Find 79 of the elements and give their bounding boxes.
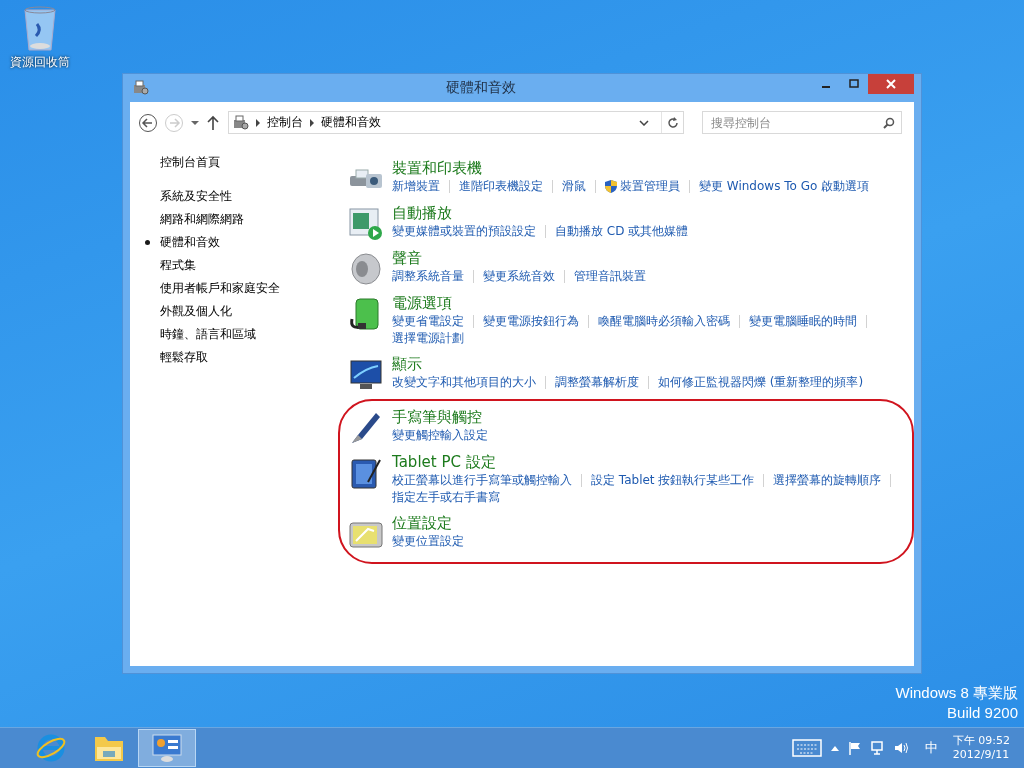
clock-date: 2012/9/11 — [952, 748, 1010, 762]
search-field[interactable]: 搜尋控制台 — [702, 111, 902, 134]
show-hidden-icons-icon[interactable] — [830, 745, 839, 751]
window-title: 硬體和音效 — [444, 79, 517, 97]
task-link[interactable]: 變更 Windows To Go 啟動選項 — [699, 178, 870, 195]
chevron-down-icon — [639, 119, 649, 126]
network-icon[interactable] — [870, 741, 885, 755]
sidebar-item[interactable]: 網路和網際網路 — [144, 208, 244, 231]
task-link[interactable]: 校正螢幕以進行手寫筆或觸控輸入 — [392, 472, 572, 489]
category-title-link[interactable]: 裝置和印表機 — [392, 158, 908, 178]
sidebar-item[interactable]: 時鐘、語言和區域 — [144, 323, 256, 346]
autoplay-icon — [348, 207, 384, 241]
category-title-link[interactable]: 位置設定 — [392, 513, 908, 533]
flag-icon[interactable] — [847, 741, 862, 755]
sidebar-item[interactable]: 外觀及個人化 — [144, 300, 232, 323]
search-icon — [883, 117, 895, 129]
tablet-icon — [348, 456, 384, 490]
sidebar-item[interactable]: 程式集 — [144, 254, 196, 277]
task-link[interactable]: 調整系統音量 — [392, 268, 464, 285]
refresh-icon — [666, 116, 679, 129]
edition-watermark-text: Build 9200 — [947, 703, 1018, 723]
sidebar-item[interactable]: 輕鬆存取 — [144, 346, 208, 369]
maximize-icon — [849, 79, 859, 89]
breadcrumb-arrow-icon — [255, 118, 261, 127]
sidebar-item[interactable]: 使用者帳戶和家庭安全 — [144, 277, 280, 300]
breadcrumb-item[interactable]: 控制台 — [267, 114, 303, 131]
control-panel-icon — [151, 733, 183, 763]
control-panel-icon — [133, 80, 149, 96]
breadcrumb-arrow-icon — [309, 118, 315, 127]
category-title-link[interactable]: 聲音 — [392, 248, 908, 268]
task-link[interactable]: 如何修正監視器閃爍 (重新整理的頻率) — [658, 374, 864, 391]
address-bar[interactable]: 控制台 硬體和音效 — [228, 111, 684, 134]
task-link[interactable]: 變更系統音效 — [483, 268, 555, 285]
task-link[interactable]: 選擇電源計劃 — [392, 330, 464, 347]
control-panel-icon — [233, 114, 249, 131]
task-link[interactable]: 自動播放 CD 或其他媒體 — [555, 223, 689, 240]
task-link[interactable]: 喚醒電腦時必須輸入密碼 — [598, 313, 730, 330]
task-link[interactable]: 變更電源按鈕行為 — [483, 313, 579, 330]
task-link[interactable]: 調整螢幕解析度 — [555, 374, 639, 391]
recycle-bin-icon[interactable] — [22, 6, 58, 52]
task-link[interactable]: 選擇螢幕的旋轉順序 — [773, 472, 882, 489]
task-link[interactable]: 滑鼠 — [562, 178, 586, 195]
task-link[interactable]: 管理音訊裝置 — [574, 268, 646, 285]
task-link[interactable]: 變更觸控輸入設定 — [392, 427, 488, 444]
task-link[interactable]: 變更省電設定 — [392, 313, 464, 330]
breadcrumb-item[interactable]: 硬體和音效 — [321, 114, 381, 131]
task-link[interactable]: 設定 Tablet 按鈕執行某些工作 — [591, 472, 755, 489]
task-link[interactable]: 變更電腦睡眠的時間 — [749, 313, 857, 330]
edition-watermark-text: Windows 8 專業版 — [895, 683, 1018, 703]
up-button[interactable] — [206, 114, 220, 131]
touch-keyboard-icon[interactable] — [791, 739, 822, 757]
sidebar-link[interactable]: 控制台首頁 — [160, 154, 348, 170]
monitor-icon — [348, 358, 384, 392]
task-link[interactable]: 變更位置設定 — [392, 533, 464, 550]
task-link[interactable]: 變更媒體或裝置的預設設定 — [392, 223, 536, 240]
recent-dropdown-button[interactable] — [190, 119, 200, 126]
input-method-indicator[interactable]: 中 — [924, 739, 938, 757]
sidebar-item[interactable]: 系統及安全性 — [144, 185, 232, 208]
speaker-icon — [348, 252, 384, 286]
taskbar-app-button[interactable] — [138, 729, 196, 767]
category-title-link[interactable]: 手寫筆與觸控 — [392, 407, 908, 427]
category-title-link[interactable]: 顯示 — [392, 354, 908, 374]
sidebar-item[interactable]: 硬體和音效 — [144, 231, 220, 254]
category-title-link[interactable]: 自動播放 — [392, 203, 908, 223]
task-link[interactable]: 裝置管理員 — [605, 178, 680, 195]
task-link[interactable]: 指定左手或右手書寫 — [392, 489, 500, 506]
back-button[interactable] — [138, 112, 158, 133]
close-icon — [886, 79, 896, 89]
category-title-link[interactable]: 電源選項 — [392, 293, 908, 313]
clock-time: 下午 09:52 — [952, 734, 1010, 748]
minimize-icon — [822, 86, 830, 88]
task-link[interactable]: 改變文字和其他項目的大小 — [392, 374, 536, 391]
volume-icon[interactable] — [893, 741, 910, 755]
category-title-link[interactable]: Tablet PC 設定 — [392, 452, 908, 472]
task-link[interactable]: 進階印表機設定 — [459, 178, 543, 195]
task-link[interactable]: 新增裝置 — [392, 178, 440, 195]
clock[interactable]: 下午 09:52 2012/9/11 — [952, 734, 1010, 762]
close-button[interactable] — [868, 74, 914, 94]
browser-e-icon — [35, 732, 67, 764]
